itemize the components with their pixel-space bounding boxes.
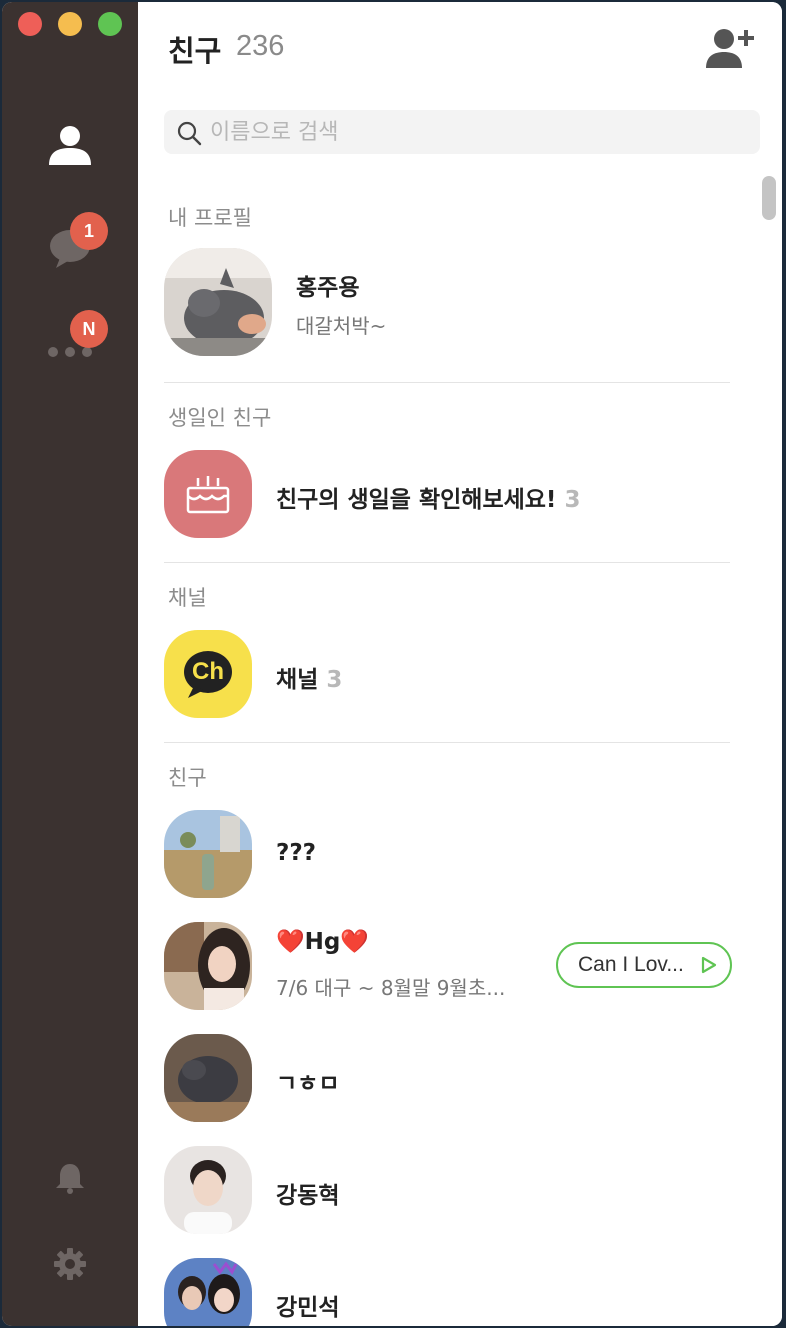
- channel-icon-text: Ch: [192, 658, 224, 685]
- divider: [164, 382, 730, 383]
- cat-photo-image: [164, 248, 272, 356]
- section-label-friends: 친구: [168, 766, 207, 790]
- window-maximize-button[interactable]: [98, 12, 122, 36]
- scrollbar-thumb[interactable]: [762, 176, 776, 220]
- my-profile-avatar[interactable]: [164, 248, 272, 356]
- sidebar: 1 N: [2, 2, 138, 1326]
- friend-photo-image: [164, 1034, 252, 1122]
- section-label-channel: 채널: [168, 586, 207, 610]
- friend-status: 7/6 대구 ~ 8월말 9월초...: [276, 976, 506, 1000]
- search-icon: [177, 121, 202, 146]
- channel-tile[interactable]: Ch: [164, 630, 252, 718]
- section-label-my-profile: 내 프로필: [168, 206, 252, 230]
- friend-photo-image: [164, 810, 252, 898]
- profile-music-button[interactable]: Can I Lov...: [556, 942, 732, 988]
- friends-panel: 친구 236 내 프로필: [138, 2, 782, 1326]
- birthday-count: 3: [564, 487, 581, 513]
- channel-count: 3: [326, 667, 343, 693]
- birthday-cake-tile[interactable]: [164, 450, 252, 538]
- search-input[interactable]: [210, 110, 730, 154]
- birthday-row-text: 친구의 생일을 확인해보세요! 3: [276, 480, 580, 514]
- birthday-message: 친구의 생일을 확인해보세요!: [276, 487, 557, 513]
- more-new-badge: N: [70, 310, 108, 348]
- gear-icon: [54, 1248, 86, 1280]
- section-label-birthday: 생일인 친구: [168, 406, 272, 430]
- channel-name: 채널: [276, 667, 319, 693]
- divider: [164, 742, 730, 743]
- search-bar: [164, 110, 760, 154]
- chat-unread-badge: 1: [70, 212, 108, 250]
- friend-name: ❤️Hg❤️: [276, 929, 369, 955]
- profile-music-title: Can I Lov...: [578, 953, 684, 976]
- sidebar-friends-tab[interactable]: [42, 116, 98, 172]
- friend-avatar[interactable]: [164, 922, 252, 1010]
- friend-avatar[interactable]: [164, 1258, 252, 1326]
- friend-name: 강동혁: [276, 1183, 340, 1209]
- cake-icon: [186, 476, 230, 514]
- my-profile-name: 홍주용: [296, 275, 360, 301]
- person-icon: [49, 126, 91, 165]
- page-title: 친구: [168, 34, 222, 68]
- notification-button[interactable]: [42, 1150, 98, 1206]
- friend-avatar[interactable]: [164, 810, 252, 898]
- add-person-icon: [706, 29, 754, 68]
- bell-icon: [56, 1164, 84, 1194]
- settings-button[interactable]: [42, 1236, 98, 1292]
- window-close-button[interactable]: [18, 12, 42, 36]
- divider: [164, 562, 730, 563]
- friend-name: 강민석: [276, 1295, 340, 1321]
- friend-photo-image: [164, 1258, 252, 1326]
- friend-photo-image: [164, 922, 252, 1010]
- window-minimize-button[interactable]: [58, 12, 82, 36]
- friend-name: ㄱㅎㅁ: [276, 1071, 340, 1097]
- scrollbar[interactable]: [758, 170, 782, 1326]
- friend-avatar[interactable]: [164, 1034, 252, 1122]
- add-friend-button[interactable]: [706, 26, 756, 72]
- friend-count: 236: [236, 30, 285, 62]
- app-window: 1 N 친구 236 이름으로 검색 내 프로필 홍주용 대갈처박~ 생일인 친…: [2, 2, 782, 1326]
- play-icon: [701, 956, 717, 974]
- channel-row-text: 채널 3: [276, 660, 342, 694]
- friend-name: ???: [276, 840, 317, 866]
- friend-avatar[interactable]: [164, 1146, 252, 1234]
- friend-photo-image: [164, 1146, 252, 1234]
- my-profile-status: 대갈처박~: [296, 314, 387, 338]
